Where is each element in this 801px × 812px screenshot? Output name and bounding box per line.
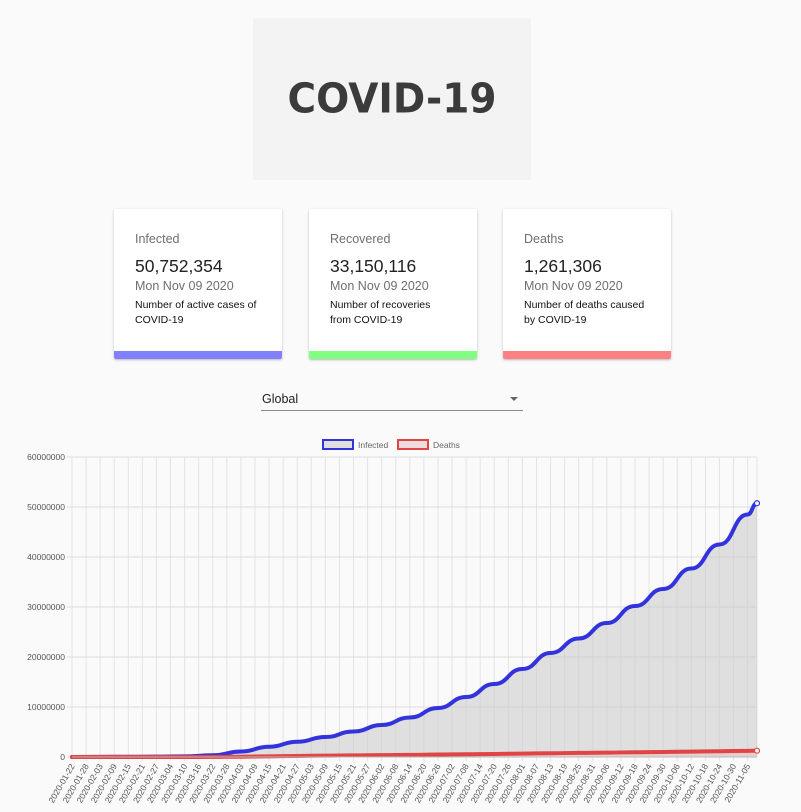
logo-text: COVID-19: [287, 75, 497, 123]
deaths-card: Deaths 1,261,306 Mon Nov 09 2020 Number …: [503, 209, 671, 359]
card-value: 50,752,354: [135, 256, 223, 276]
card-date: Mon Nov 09 2020: [330, 279, 429, 293]
card-color-bar: [309, 351, 477, 359]
card-description: Number of deaths caused by COVID-19: [524, 299, 645, 326]
y-tick-label: 20000000: [27, 652, 65, 662]
card-color-bar: [114, 351, 282, 359]
y-tick-label: 10000000: [27, 702, 65, 712]
infected-card: Infected 50,752,354 Mon Nov 09 2020 Numb…: [114, 209, 282, 359]
logo-banner: COVID-19: [253, 18, 531, 180]
card-date: Mon Nov 09 2020: [524, 279, 623, 293]
card-description: Number of recoveries from COVID-19: [330, 299, 431, 326]
covid-line-chart: 2020-01-222020-01-282020-02-032020-02-09…: [27, 439, 761, 805]
legend-swatch-deaths[interactable]: [397, 439, 429, 450]
y-tick-label: 0: [60, 752, 65, 762]
card-value: 1,261,306: [524, 256, 602, 276]
card-value: 33,150,116: [330, 256, 417, 276]
card-color-bar: [503, 351, 671, 359]
country-select[interactable]: Global: [261, 388, 523, 411]
y-tick-label: 40000000: [27, 552, 65, 562]
chart-legend: Infected Deaths: [322, 439, 460, 450]
y-tick-label: 60000000: [27, 452, 65, 462]
card-date: Mon Nov 09 2020: [135, 279, 234, 293]
y-tick-label: 30000000: [27, 602, 65, 612]
legend-label-infected[interactable]: Infected: [358, 440, 389, 450]
legend-swatch-infected[interactable]: [322, 439, 354, 450]
legend-label-deaths[interactable]: Deaths: [433, 440, 460, 450]
card-title: Recovered: [330, 232, 391, 246]
recovered-card: Recovered 33,150,116 Mon Nov 09 2020 Num…: [309, 209, 477, 359]
card-title: Infected: [135, 232, 180, 246]
y-tick-label: 50000000: [27, 502, 65, 512]
card-description: Number of active cases of COVID-19: [135, 299, 257, 326]
series-end-point: [753, 747, 761, 754]
series-end-point: [753, 500, 761, 507]
card-title: Deaths: [524, 232, 564, 246]
caret-down-icon[interactable]: [510, 397, 518, 401]
country-select-value: Global: [262, 392, 299, 406]
